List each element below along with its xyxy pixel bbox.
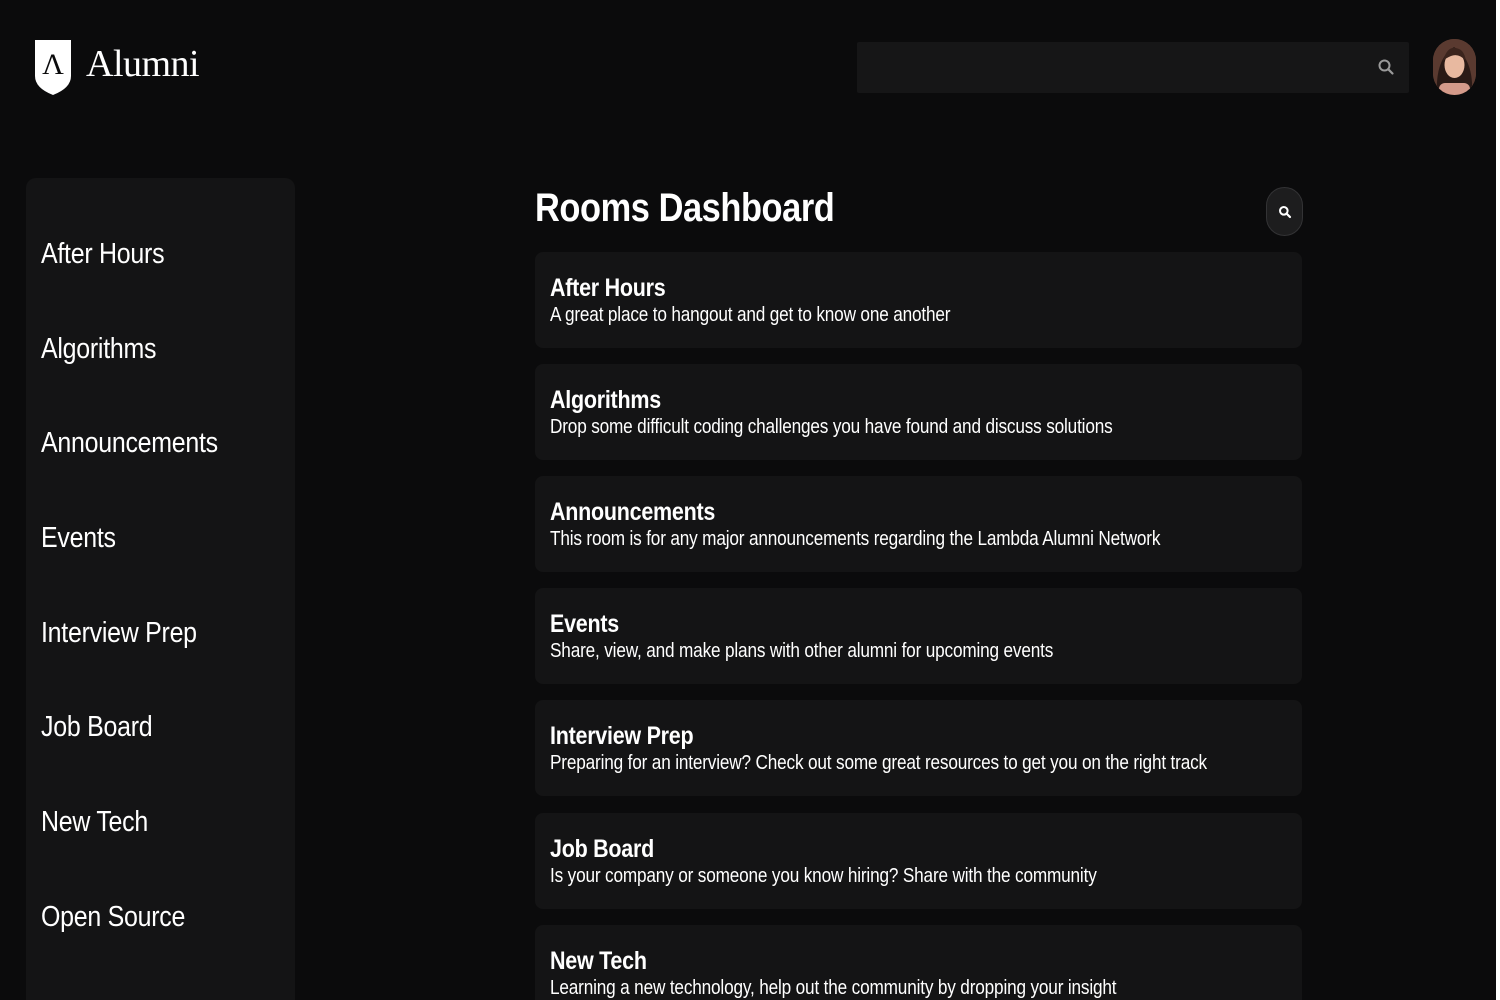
room-description: Drop some difficult coding challenges yo… <box>550 416 1113 438</box>
rooms-search-button[interactable] <box>1266 187 1303 236</box>
room-description: Preparing for an interview? Check out so… <box>550 752 1207 774</box>
sidebar-item-after-hours[interactable]: After Hours <box>41 238 165 271</box>
room-card-job-board[interactable]: Job Board Is your company or someone you… <box>535 813 1302 909</box>
room-name: After Hours <box>550 274 666 302</box>
header-search-bar[interactable] <box>857 42 1409 93</box>
room-card-announcements[interactable]: Announcements This room is for any major… <box>535 476 1302 572</box>
logo-text: Alumni <box>86 43 200 85</box>
app-root: Λ Alumni After Hours Algorithms Announce… <box>0 0 1500 1000</box>
search-input[interactable] <box>857 42 1409 93</box>
shield-lambda-icon: Λ <box>35 40 71 95</box>
room-card-events[interactable]: Events Share, view, and make plans with … <box>535 588 1302 684</box>
sidebar-item-interview-prep[interactable]: Interview Prep <box>41 617 197 650</box>
room-card-algorithms[interactable]: Algorithms Drop some difficult coding ch… <box>535 364 1302 460</box>
room-description: This room is for any major announcements… <box>550 528 1161 550</box>
sidebar-item-open-source[interactable]: Open Source <box>41 901 185 934</box>
room-name: Job Board <box>550 835 654 863</box>
room-description: Learning a new technology, help out the … <box>550 977 1117 999</box>
page-title: Rooms Dashboard <box>535 186 835 230</box>
sidebar-item-new-tech[interactable]: New Tech <box>41 806 148 839</box>
sidebar-item-announcements[interactable]: Announcements <box>41 427 218 460</box>
sidebar-item-events[interactable]: Events <box>41 522 116 555</box>
sidebar-item-job-board[interactable]: Job Board <box>41 711 153 744</box>
window-edge <box>1496 0 1500 1000</box>
room-description: Share, view, and make plans with other a… <box>550 640 1054 662</box>
avatar-image <box>1433 39 1476 95</box>
sidebar-item-algorithms[interactable]: Algorithms <box>41 333 156 366</box>
room-name: Events <box>550 610 619 638</box>
room-name: Interview Prep <box>550 722 694 750</box>
room-description: A great place to hangout and get to know… <box>550 304 951 326</box>
sidebar: After Hours Algorithms Announcements Eve… <box>26 178 295 1000</box>
room-card-after-hours[interactable]: After Hours A great place to hangout and… <box>535 252 1302 348</box>
search-icon[interactable] <box>1377 58 1395 76</box>
search-icon <box>1278 205 1291 218</box>
room-name: Algorithms <box>550 386 661 414</box>
user-avatar[interactable] <box>1433 39 1476 95</box>
room-name: New Tech <box>550 947 647 975</box>
room-name: Announcements <box>550 498 716 526</box>
room-description: Is your company or someone you know hiri… <box>550 865 1097 887</box>
room-card-interview-prep[interactable]: Interview Prep Preparing for an intervie… <box>535 700 1302 796</box>
room-card-new-tech[interactable]: New Tech Learning a new technology, help… <box>535 925 1302 1000</box>
alumni-logo[interactable]: Λ Alumni <box>33 38 200 96</box>
logo-letter: Λ <box>42 48 64 81</box>
